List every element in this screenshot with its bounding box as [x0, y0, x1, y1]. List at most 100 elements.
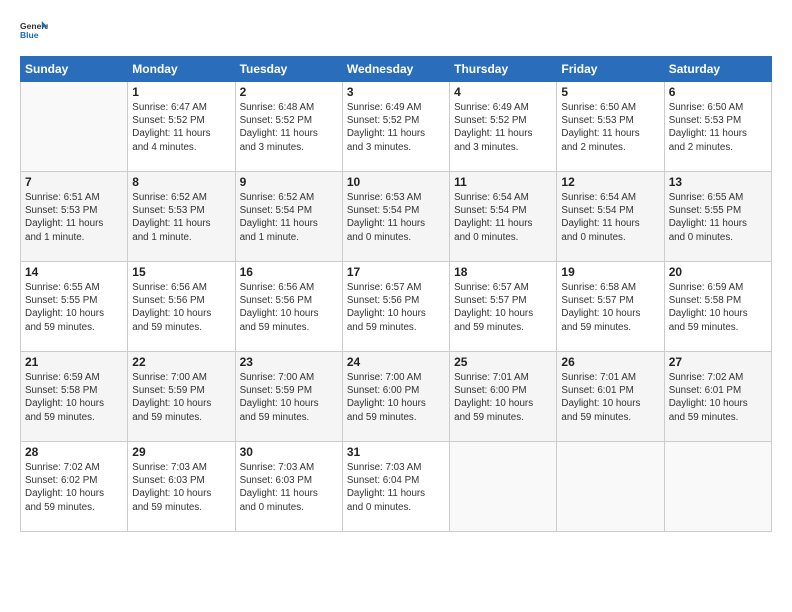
svg-text:Blue: Blue	[20, 30, 39, 40]
day-number: 16	[240, 265, 338, 279]
day-info: Sunrise: 6:58 AM Sunset: 5:57 PM Dayligh…	[561, 281, 659, 334]
day-cell: 23 Sunrise: 7:00 AM Sunset: 5:59 PM Dayli…	[235, 352, 342, 442]
day-number: 1	[132, 85, 230, 99]
day-info: Sunrise: 6:57 AM Sunset: 5:56 PM Dayligh…	[347, 281, 445, 334]
week-row-2: 7Sunrise: 6:51 AM Sunset: 5:53 PM Daylig…	[21, 172, 772, 262]
day-cell: 30Sunrise: 7:03 AM Sunset: 6:03 PM Dayli…	[235, 442, 342, 532]
day-number: 14	[25, 265, 123, 279]
day-cell: 16Sunrise: 6:56 AM Sunset: 5:56 PM Dayli…	[235, 262, 342, 352]
day-cell: 2Sunrise: 6:48 AM Sunset: 5:52 PM Daylig…	[235, 82, 342, 172]
header-row: SundayMondayTuesdayWednesdayThursdayFrid…	[21, 57, 772, 82]
col-header-tuesday: Tuesday	[235, 57, 342, 82]
day-cell	[557, 442, 664, 532]
day-info: Sunrise: 6:54 AM Sunset: 5:54 PM Dayligh…	[454, 191, 552, 244]
day-info: Sunrise: 6:55 AM Sunset: 5:55 PM Dayligh…	[25, 281, 123, 334]
day-cell: 12 Sunrise: 6:54 AM Sunset: 5:54 PM Dayli…	[557, 172, 664, 262]
day-cell: 31 Sunrise: 7:03 AM Sunset: 6:04 PM Dayli…	[342, 442, 449, 532]
day-number: 30	[240, 445, 338, 459]
day-info: Sunrise: 6:54 AM Sunset: 5:54 PM Dayligh…	[561, 191, 659, 244]
week-row-3: 14 Sunrise: 6:55 AM Sunset: 5:55 PM Dayli…	[21, 262, 772, 352]
day-info: Sunrise: 6:50 AM Sunset: 5:53 PM Dayligh…	[669, 101, 767, 154]
day-cell: 3 Sunrise: 6:49 AM Sunset: 5:52 PM Daylig…	[342, 82, 449, 172]
col-header-friday: Friday	[557, 57, 664, 82]
day-cell: 5 Sunrise: 6:50 AM Sunset: 5:53 PM Daylig…	[557, 82, 664, 172]
week-row-5: 28 Sunrise: 7:02 AM Sunset: 6:02 PM Dayli…	[21, 442, 772, 532]
week-row-1: 1 Sunrise: 6:47 AM Sunset: 5:52 PM Daylig…	[21, 82, 772, 172]
col-header-sunday: Sunday	[21, 57, 128, 82]
day-number: 31	[347, 445, 445, 459]
day-number: 2	[240, 85, 338, 99]
day-info: Sunrise: 6:59 AM Sunset: 5:58 PM Dayligh…	[25, 371, 123, 424]
day-cell: 14 Sunrise: 6:55 AM Sunset: 5:55 PM Dayli…	[21, 262, 128, 352]
day-number: 28	[25, 445, 123, 459]
day-cell: 4Sunrise: 6:49 AM Sunset: 5:52 PM Daylig…	[450, 82, 557, 172]
day-cell	[21, 82, 128, 172]
day-number: 18	[454, 265, 552, 279]
day-number: 11	[454, 175, 552, 189]
day-cell: 11 Sunrise: 6:54 AM Sunset: 5:54 PM Dayli…	[450, 172, 557, 262]
day-cell: 13 Sunrise: 6:55 AM Sunset: 5:55 PM Dayli…	[664, 172, 771, 262]
day-cell: 28 Sunrise: 7:02 AM Sunset: 6:02 PM Dayli…	[21, 442, 128, 532]
logo: General Blue	[20, 18, 48, 46]
calendar-header: SundayMondayTuesdayWednesdayThursdayFrid…	[21, 57, 772, 82]
day-number: 20	[669, 265, 767, 279]
day-info: Sunrise: 6:52 AM Sunset: 5:53 PM Dayligh…	[132, 191, 230, 244]
day-info: Sunrise: 7:01 AM Sunset: 6:00 PM Dayligh…	[454, 371, 552, 424]
day-info: Sunrise: 6:52 AM Sunset: 5:54 PM Dayligh…	[240, 191, 338, 244]
day-info: Sunrise: 7:00 AM Sunset: 5:59 PM Dayligh…	[240, 371, 338, 424]
day-cell: 22Sunrise: 7:00 AM Sunset: 5:59 PM Dayli…	[128, 352, 235, 442]
day-number: 23	[240, 355, 338, 369]
col-header-monday: Monday	[128, 57, 235, 82]
logo-icon: General Blue	[20, 18, 48, 46]
day-info: Sunrise: 7:01 AM Sunset: 6:01 PM Dayligh…	[561, 371, 659, 424]
day-cell: 8 Sunrise: 6:52 AM Sunset: 5:53 PM Daylig…	[128, 172, 235, 262]
day-info: Sunrise: 6:55 AM Sunset: 5:55 PM Dayligh…	[669, 191, 767, 244]
week-row-4: 21 Sunrise: 6:59 AM Sunset: 5:58 PM Dayli…	[21, 352, 772, 442]
day-cell: 26Sunrise: 7:01 AM Sunset: 6:01 PM Dayli…	[557, 352, 664, 442]
day-cell: 1 Sunrise: 6:47 AM Sunset: 5:52 PM Daylig…	[128, 82, 235, 172]
day-info: Sunrise: 6:47 AM Sunset: 5:52 PM Dayligh…	[132, 101, 230, 154]
day-number: 5	[561, 85, 659, 99]
day-number: 8	[132, 175, 230, 189]
day-number: 9	[240, 175, 338, 189]
day-info: Sunrise: 7:02 AM Sunset: 6:01 PM Dayligh…	[669, 371, 767, 424]
day-number: 29	[132, 445, 230, 459]
day-cell	[664, 442, 771, 532]
day-info: Sunrise: 7:00 AM Sunset: 6:00 PM Dayligh…	[347, 371, 445, 424]
day-number: 15	[132, 265, 230, 279]
day-info: Sunrise: 7:03 AM Sunset: 6:04 PM Dayligh…	[347, 461, 445, 514]
day-number: 22	[132, 355, 230, 369]
day-cell: 25 Sunrise: 7:01 AM Sunset: 6:00 PM Dayli…	[450, 352, 557, 442]
day-cell: 27 Sunrise: 7:02 AM Sunset: 6:01 PM Dayli…	[664, 352, 771, 442]
day-info: Sunrise: 6:49 AM Sunset: 5:52 PM Dayligh…	[347, 101, 445, 154]
day-number: 21	[25, 355, 123, 369]
day-cell: 24Sunrise: 7:00 AM Sunset: 6:00 PM Dayli…	[342, 352, 449, 442]
day-cell: 20 Sunrise: 6:59 AM Sunset: 5:58 PM Dayli…	[664, 262, 771, 352]
day-number: 7	[25, 175, 123, 189]
day-number: 19	[561, 265, 659, 279]
day-number: 27	[669, 355, 767, 369]
day-info: Sunrise: 6:57 AM Sunset: 5:57 PM Dayligh…	[454, 281, 552, 334]
day-cell: 7Sunrise: 6:51 AM Sunset: 5:53 PM Daylig…	[21, 172, 128, 262]
day-info: Sunrise: 6:50 AM Sunset: 5:53 PM Dayligh…	[561, 101, 659, 154]
col-header-thursday: Thursday	[450, 57, 557, 82]
day-info: Sunrise: 6:56 AM Sunset: 5:56 PM Dayligh…	[132, 281, 230, 334]
calendar-table: SundayMondayTuesdayWednesdayThursdayFrid…	[20, 56, 772, 532]
day-number: 12	[561, 175, 659, 189]
day-cell	[450, 442, 557, 532]
day-info: Sunrise: 7:02 AM Sunset: 6:02 PM Dayligh…	[25, 461, 123, 514]
col-header-saturday: Saturday	[664, 57, 771, 82]
header: General Blue	[20, 18, 772, 46]
col-header-wednesday: Wednesday	[342, 57, 449, 82]
day-cell: 6Sunrise: 6:50 AM Sunset: 5:53 PM Daylig…	[664, 82, 771, 172]
day-cell: 21 Sunrise: 6:59 AM Sunset: 5:58 PM Dayli…	[21, 352, 128, 442]
day-number: 17	[347, 265, 445, 279]
day-number: 10	[347, 175, 445, 189]
day-cell: 15 Sunrise: 6:56 AM Sunset: 5:56 PM Dayli…	[128, 262, 235, 352]
day-number: 25	[454, 355, 552, 369]
day-info: Sunrise: 6:53 AM Sunset: 5:54 PM Dayligh…	[347, 191, 445, 244]
day-cell: 9 Sunrise: 6:52 AM Sunset: 5:54 PM Daylig…	[235, 172, 342, 262]
day-number: 3	[347, 85, 445, 99]
day-number: 13	[669, 175, 767, 189]
day-info: Sunrise: 6:59 AM Sunset: 5:58 PM Dayligh…	[669, 281, 767, 334]
